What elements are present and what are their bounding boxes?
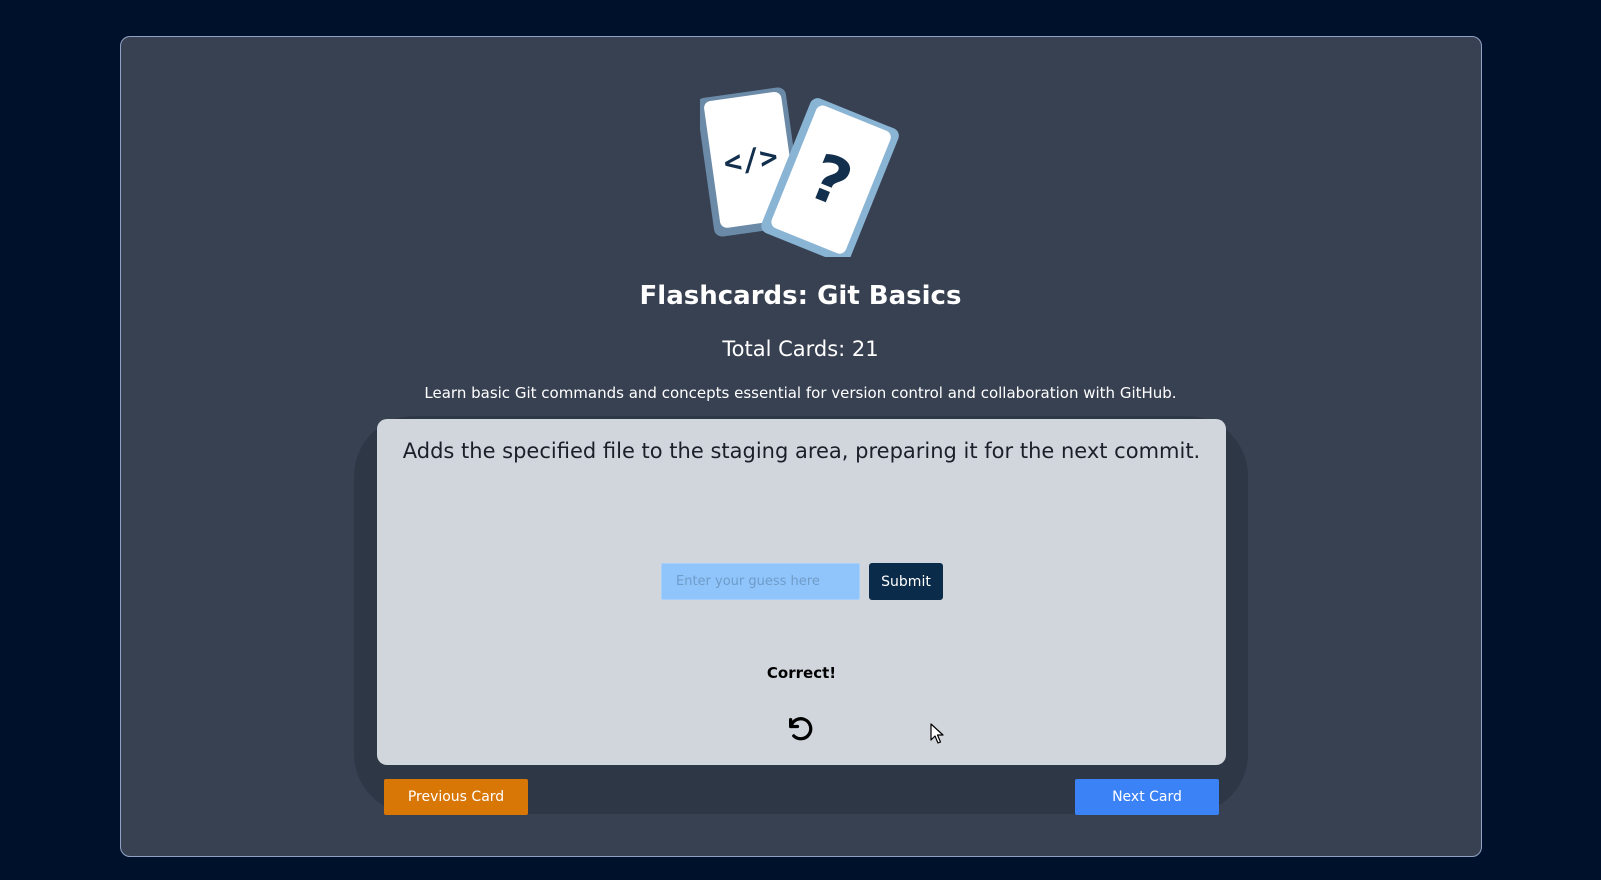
mouse-cursor-icon xyxy=(930,723,944,744)
card-question: Adds the specified file to the staging a… xyxy=(402,439,1201,463)
code-glyph: </> xyxy=(722,139,781,181)
rotate-ccw-icon[interactable] xyxy=(785,714,815,744)
flashcards-logo-icon: </> ? xyxy=(700,87,899,257)
deck-title: Flashcards: Git Basics xyxy=(639,281,962,311)
previous-card-button[interactable]: Previous Card xyxy=(384,779,528,815)
guess-input[interactable] xyxy=(661,563,860,600)
flashcard[interactable]: Adds the specified file to the staging a… xyxy=(377,419,1226,765)
next-card-button[interactable]: Next Card xyxy=(1075,779,1219,815)
submit-button[interactable]: Submit xyxy=(869,563,943,600)
result-message: Correct! xyxy=(766,664,837,682)
deck-description: Learn basic Git commands and concepts es… xyxy=(424,384,1177,402)
total-cards: Total Cards: 21 xyxy=(722,337,879,361)
